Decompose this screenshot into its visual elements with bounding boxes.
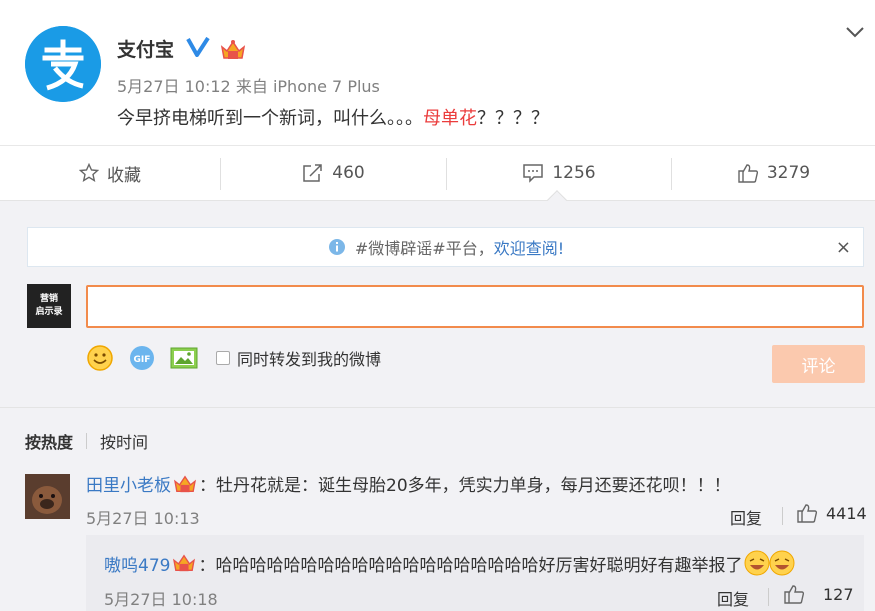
alipay-logo-icon — [25, 26, 101, 102]
notice-text: #微博辟谣#平台， — [354, 239, 494, 258]
image-button[interactable] — [170, 346, 198, 370]
weibo-post: 支付宝 5月27日 10:12 来自 iPhone 7 Plus 今早挤电梯听到… — [0, 0, 875, 145]
favorite-button[interactable]: 收藏 — [0, 146, 220, 200]
section-divider — [0, 407, 875, 408]
svg-text:GIF: GIF — [134, 355, 151, 365]
forward-icon — [303, 164, 323, 182]
submit-comment-button[interactable]: 评论 — [772, 345, 865, 383]
thumbs-up-icon — [797, 504, 818, 523]
post-content: 今早挤电梯听到一个新词，叫什么。。。母单花？？？？ — [117, 104, 549, 130]
sort-tabs: 按热度 按时间 — [25, 429, 148, 453]
repost-label[interactable]: 同时转发到我的微博 — [237, 346, 381, 370]
notice-banner: #微博辟谣#平台， 欢迎查阅! × — [27, 227, 864, 267]
comment-text-line: 田里小老板 ：牡丹花就是：诞生母胎20多年，凭实力单身，每月还要还花呗！！！ — [86, 471, 731, 496]
repost-checkbox[interactable] — [216, 351, 230, 365]
post-text-highlight: 母单花 — [423, 108, 477, 129]
reply-time: 5月27日 10:18 — [104, 590, 218, 609]
emoji-icon — [87, 345, 113, 371]
tab-sort-time[interactable]: 按时间 — [100, 429, 148, 453]
comment-like-count: 4414 — [826, 503, 867, 523]
comment-count: 1256 — [552, 163, 596, 183]
reply-user-name[interactable]: 嗷呜479 — [104, 551, 170, 576]
post-date[interactable]: 5月27日 10:12 — [117, 77, 231, 96]
post-device[interactable]: iPhone 7 Plus — [273, 77, 380, 96]
current-user-avatar[interactable]: 营销 启示录 — [27, 284, 71, 328]
avatar-text-2: 启示录 — [35, 307, 63, 317]
post-meta: 5月27日 10:12 来自 iPhone 7 Plus — [117, 73, 380, 97]
image-icon — [170, 347, 198, 369]
composer-tools: GIF 同时转发到我的微博 — [86, 343, 395, 373]
dog-avatar-icon — [25, 474, 70, 519]
reply-text: ：哈哈哈哈哈哈哈哈哈哈哈哈哈哈哈哈哈哈哈好厉害好聪明好有趣举报了 — [198, 555, 743, 576]
tab-sort-hot[interactable]: 按热度 — [25, 429, 73, 453]
vip-crown-icon[interactable] — [220, 39, 246, 61]
comments-section: #微博辟谣#平台， 欢迎查阅! × 营销 启示录 GIF 同时转发到我的微博 评… — [0, 190, 875, 611]
forward-button[interactable]: 460 — [221, 146, 446, 200]
post-source-prefix: 来自 — [235, 77, 268, 96]
forward-count: 460 — [332, 163, 365, 183]
author-avatar[interactable] — [25, 26, 101, 102]
comment-like-button[interactable]: 4414 — [796, 503, 867, 523]
avatar-text-1: 营销 — [39, 294, 58, 304]
chevron-down-icon[interactable] — [845, 25, 865, 39]
commenter-avatar[interactable] — [25, 474, 70, 519]
action-bar: 收藏 460 1256 3279 — [0, 145, 875, 200]
commenter-name[interactable]: 田里小老板 — [86, 471, 171, 496]
reply-like-count: 127 — [823, 584, 854, 604]
repost-checkbox-group[interactable]: 同时转发到我的微博 — [216, 346, 381, 370]
favorite-label: 收藏 — [107, 165, 141, 186]
reply-text-line: 嗷呜479 ：哈哈哈哈哈哈哈哈哈哈哈哈哈哈哈哈哈哈哈好厉害好聪明好有趣举报了 — [104, 549, 796, 577]
comment-icon — [523, 164, 544, 183]
verified-v-icon — [186, 37, 210, 57]
comment-text: ：牡丹花就是：诞生母胎20多年，凭实力单身，每月还要还花呗！！！ — [199, 476, 731, 496]
thumbs-up-icon — [738, 164, 758, 183]
emoji-button[interactable] — [86, 344, 114, 372]
sort-divider — [86, 433, 88, 449]
reply-button[interactable]: 回复 — [730, 505, 762, 529]
close-icon[interactable]: × — [836, 237, 851, 258]
comment-time: 5月27日 10:13 — [86, 509, 200, 528]
gif-button[interactable]: GIF — [128, 344, 156, 372]
notice-link[interactable]: 欢迎查阅! — [494, 235, 564, 259]
thumbs-up-icon — [784, 585, 805, 604]
vip-crown-icon[interactable] — [172, 553, 196, 573]
like-button[interactable]: 3279 — [672, 146, 875, 200]
gif-icon: GIF — [130, 346, 154, 370]
reply-like-button[interactable]: 127 — [783, 584, 854, 604]
laughing-emoji-icon — [744, 550, 795, 576]
author-name[interactable]: 支付宝 — [117, 35, 174, 62]
star-icon — [79, 163, 99, 182]
action-divider — [782, 507, 783, 525]
reply-button[interactable]: 回复 — [717, 586, 749, 610]
comment-input[interactable] — [86, 285, 864, 328]
action-divider — [768, 588, 769, 606]
vip-crown-icon[interactable] — [173, 474, 197, 494]
post-text-after: ？？？？ — [477, 108, 549, 129]
post-text-before: 今早挤电梯听到一个新词，叫什么。。。 — [117, 108, 423, 129]
like-count: 3279 — [766, 163, 811, 183]
info-icon — [328, 239, 345, 255]
